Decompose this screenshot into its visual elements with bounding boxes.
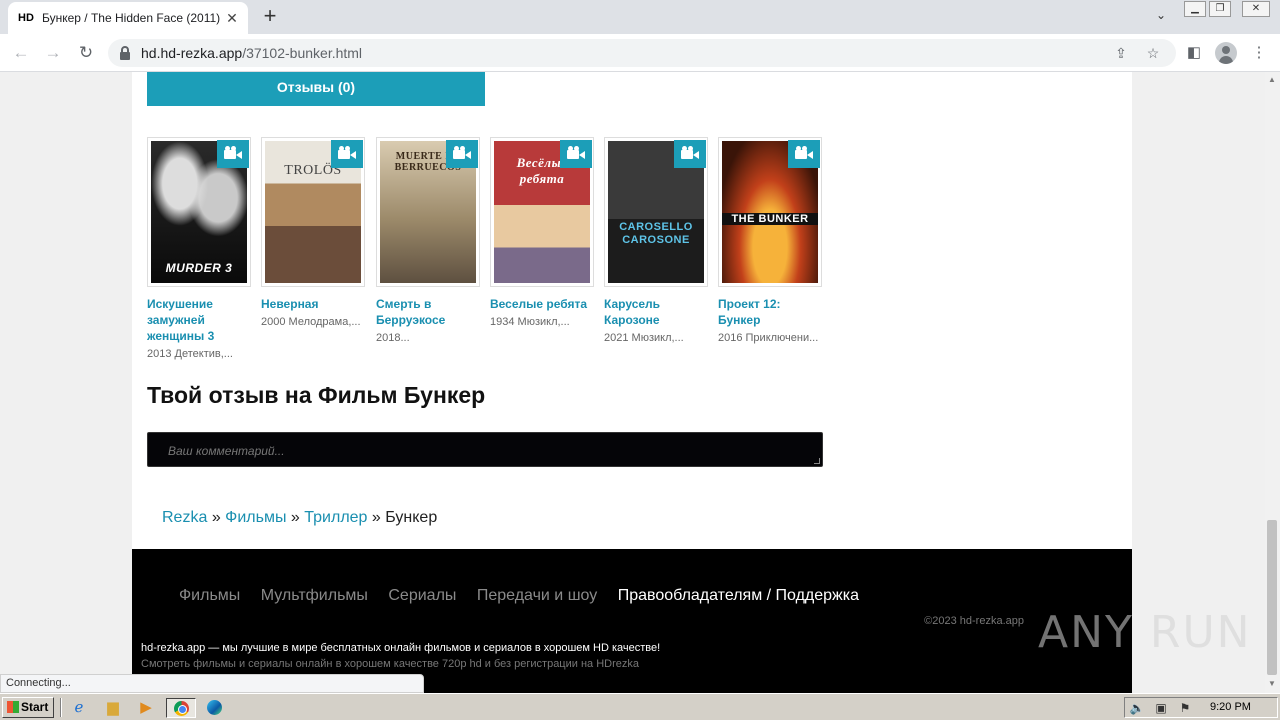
related-movie-card[interactable]: MUERTE EN BERRUECOS Смерть в Берруэкосе … xyxy=(376,137,480,345)
page-viewport: Отзывы (0) MURDER 3 Искушение замужней ж… xyxy=(0,72,1265,693)
footer-link-cartoons[interactable]: Мультфильмы xyxy=(261,587,368,604)
video-camera-icon xyxy=(446,140,478,168)
browser-toolbar: ← → ↻ hd.hd-rezka.app/37102-bunker.html … xyxy=(0,34,1280,72)
scroll-up-arrow-icon[interactable]: ▲ xyxy=(1268,75,1276,84)
movie-title-link[interactable]: Карусель Карозоне xyxy=(604,296,708,328)
close-window-button[interactable]: ✕ xyxy=(1242,1,1270,17)
scroll-thumb[interactable] xyxy=(1267,520,1277,675)
flag-icon[interactable]: ⚑ xyxy=(1177,700,1193,716)
edge-icon[interactable] xyxy=(203,698,225,718)
taskbar-separator xyxy=(60,698,62,717)
browser-tab-active[interactable]: HD Бункер / The Hidden Face (2011) - С ✕ xyxy=(8,2,248,34)
forward-arrow-icon[interactable]: → xyxy=(42,42,64,64)
related-movie-card[interactable]: THE BUNKER Проект 12: Бункер 2016 Приклю… xyxy=(718,137,822,345)
lock-icon[interactable] xyxy=(120,46,130,60)
related-movie-card[interactable]: CAROSELLO CAROSONE Карусель Карозоне 202… xyxy=(604,137,708,345)
share-icon[interactable]: ⇪ xyxy=(1112,44,1130,62)
video-camera-icon xyxy=(217,140,249,168)
movie-title-link[interactable]: Смерть в Берруэкосе xyxy=(376,296,480,328)
video-camera-icon xyxy=(331,140,363,168)
clock[interactable]: 9:20 PM xyxy=(1210,701,1251,713)
movie-poster[interactable]: CAROSELLO CAROSONE xyxy=(604,137,708,287)
movie-poster[interactable]: TROLÖS xyxy=(261,137,365,287)
reload-icon[interactable]: ↻ xyxy=(75,42,97,64)
related-movie-card[interactable]: Весёлые ребята Веселые ребята 1934 Мюзик… xyxy=(490,137,594,329)
vertical-scrollbar[interactable]: ▲ ▼ xyxy=(1265,72,1280,693)
movie-meta: 2013 Детектив,... xyxy=(147,348,233,360)
comment-textarea[interactable]: Ваш комментарий... xyxy=(147,432,823,467)
footer-nav: Фильмы Мультфильмы Сериалы Передачи и шо… xyxy=(179,587,875,605)
video-camera-icon xyxy=(560,140,592,168)
movie-title-link[interactable]: Искушение замужней женщины 3 xyxy=(147,296,251,344)
tab-strip: HD Бункер / The Hidden Face (2011) - С ✕… xyxy=(0,0,1280,34)
review-heading: Твой отзыв на Фильм Бункер xyxy=(147,382,486,408)
restore-button[interactable]: ❐ xyxy=(1209,1,1231,17)
video-camera-icon xyxy=(788,140,820,168)
resize-grip-icon[interactable] xyxy=(814,458,820,464)
footer-link-series[interactable]: Сериалы xyxy=(388,587,456,604)
anyrun-watermark: ANY RUN xyxy=(1038,607,1252,658)
copyright: ©2023 hd-rezka.app xyxy=(924,615,1024,627)
breadcrumb-separator: » xyxy=(371,509,381,526)
breadcrumb-current: Бункер xyxy=(385,509,438,526)
breadcrumb-films-link[interactable]: Фильмы xyxy=(225,509,286,526)
footer-tagline: hd-rezka.app — мы лучшие в мире бесплатн… xyxy=(141,642,661,654)
menu-kebab-icon[interactable]: ⋮ xyxy=(1249,43,1269,63)
movie-meta: 2021 Мюзикл,... xyxy=(604,332,684,344)
chrome-taskbar-icon[interactable] xyxy=(166,698,196,718)
minimize-button[interactable]: ▁ xyxy=(1184,1,1206,17)
bookmark-star-icon[interactable]: ☆ xyxy=(1144,44,1162,62)
system-tray: 🔈 ▣ ⚑ 9:20 PM xyxy=(1124,697,1278,718)
reviews-button[interactable]: Отзывы (0) xyxy=(147,72,485,106)
movie-title-link[interactable]: Веселые ребята xyxy=(490,296,594,312)
movie-poster[interactable]: MURDER 3 xyxy=(147,137,251,287)
start-button[interactable]: Start xyxy=(2,697,54,718)
content-area: Отзывы (0) MURDER 3 Искушение замужней ж… xyxy=(132,72,1132,549)
movie-meta: 2000 Мелодрама,... xyxy=(261,316,361,328)
status-bubble: Connecting... xyxy=(0,674,424,693)
network-icon[interactable]: ▣ xyxy=(1153,700,1169,716)
comment-placeholder: Ваш комментарий... xyxy=(168,444,285,458)
url-text: hd.hd-rezka.app/37102-bunker.html xyxy=(141,45,363,61)
site-favicon: HD xyxy=(18,12,34,24)
side-panel-icon[interactable]: ◧ xyxy=(1184,43,1204,63)
breadcrumb-home-link[interactable]: Rezka xyxy=(162,509,207,526)
breadcrumb: Rezka » Фильмы » Триллер » Бункер xyxy=(162,509,437,527)
movie-poster[interactable]: Весёлые ребята xyxy=(490,137,594,287)
windows-logo-icon xyxy=(7,701,19,713)
breadcrumb-separator: » xyxy=(290,509,300,526)
video-camera-icon xyxy=(674,140,706,168)
breadcrumb-separator: » xyxy=(211,509,221,526)
movie-meta: 1934 Мюзикл,... xyxy=(490,316,570,328)
footer-link-films[interactable]: Фильмы xyxy=(179,587,240,604)
breadcrumb-genre-link[interactable]: Триллер xyxy=(304,509,367,526)
back-arrow-icon[interactable]: ← xyxy=(10,42,32,64)
footer-description: Смотреть фильмы и сериалы онлайн в хорош… xyxy=(141,658,639,670)
taskbar: Start ℯ ▆ ▶ 🔈 ▣ ⚑ 9:20 PM xyxy=(0,693,1280,720)
tab-title: Бункер / The Hidden Face (2011) - С xyxy=(42,11,220,25)
file-explorer-icon[interactable]: ▆ xyxy=(102,698,124,718)
movie-title-link[interactable]: Проект 12: Бункер xyxy=(718,296,822,328)
movie-title-link[interactable]: Неверная xyxy=(261,296,365,312)
scroll-down-arrow-icon[interactable]: ▼ xyxy=(1268,679,1276,688)
volume-icon[interactable]: 🔈 xyxy=(1129,700,1145,716)
related-movie-card[interactable]: MURDER 3 Искушение замужней женщины 3 20… xyxy=(147,137,251,361)
close-tab-icon[interactable]: ✕ xyxy=(224,10,240,26)
profile-avatar-icon[interactable] xyxy=(1215,42,1237,64)
chevron-down-icon[interactable]: ⌄ xyxy=(1152,8,1170,26)
movie-poster[interactable]: THE BUNKER xyxy=(718,137,822,287)
related-movie-card[interactable]: TROLÖS Неверная 2000 Мелодрама,... xyxy=(261,137,365,329)
new-tab-button[interactable]: + xyxy=(258,5,282,29)
movie-meta: 2016 Приключени... xyxy=(718,332,819,344)
address-bar[interactable]: hd.hd-rezka.app/37102-bunker.html ⇪ ☆ xyxy=(108,39,1176,67)
start-label: Start xyxy=(21,700,49,714)
movie-poster[interactable]: MUERTE EN BERRUECOS xyxy=(376,137,480,287)
footer-link-support[interactable]: Правообладателям / Поддержка xyxy=(618,587,859,604)
movie-meta: 2018... xyxy=(376,332,410,344)
footer-link-shows[interactable]: Передачи и шоу xyxy=(477,587,597,604)
internet-explorer-icon[interactable]: ℯ xyxy=(68,698,90,718)
site-footer: Фильмы Мультфильмы Сериалы Передачи и шо… xyxy=(132,549,1132,693)
media-player-icon[interactable]: ▶ xyxy=(135,698,157,718)
